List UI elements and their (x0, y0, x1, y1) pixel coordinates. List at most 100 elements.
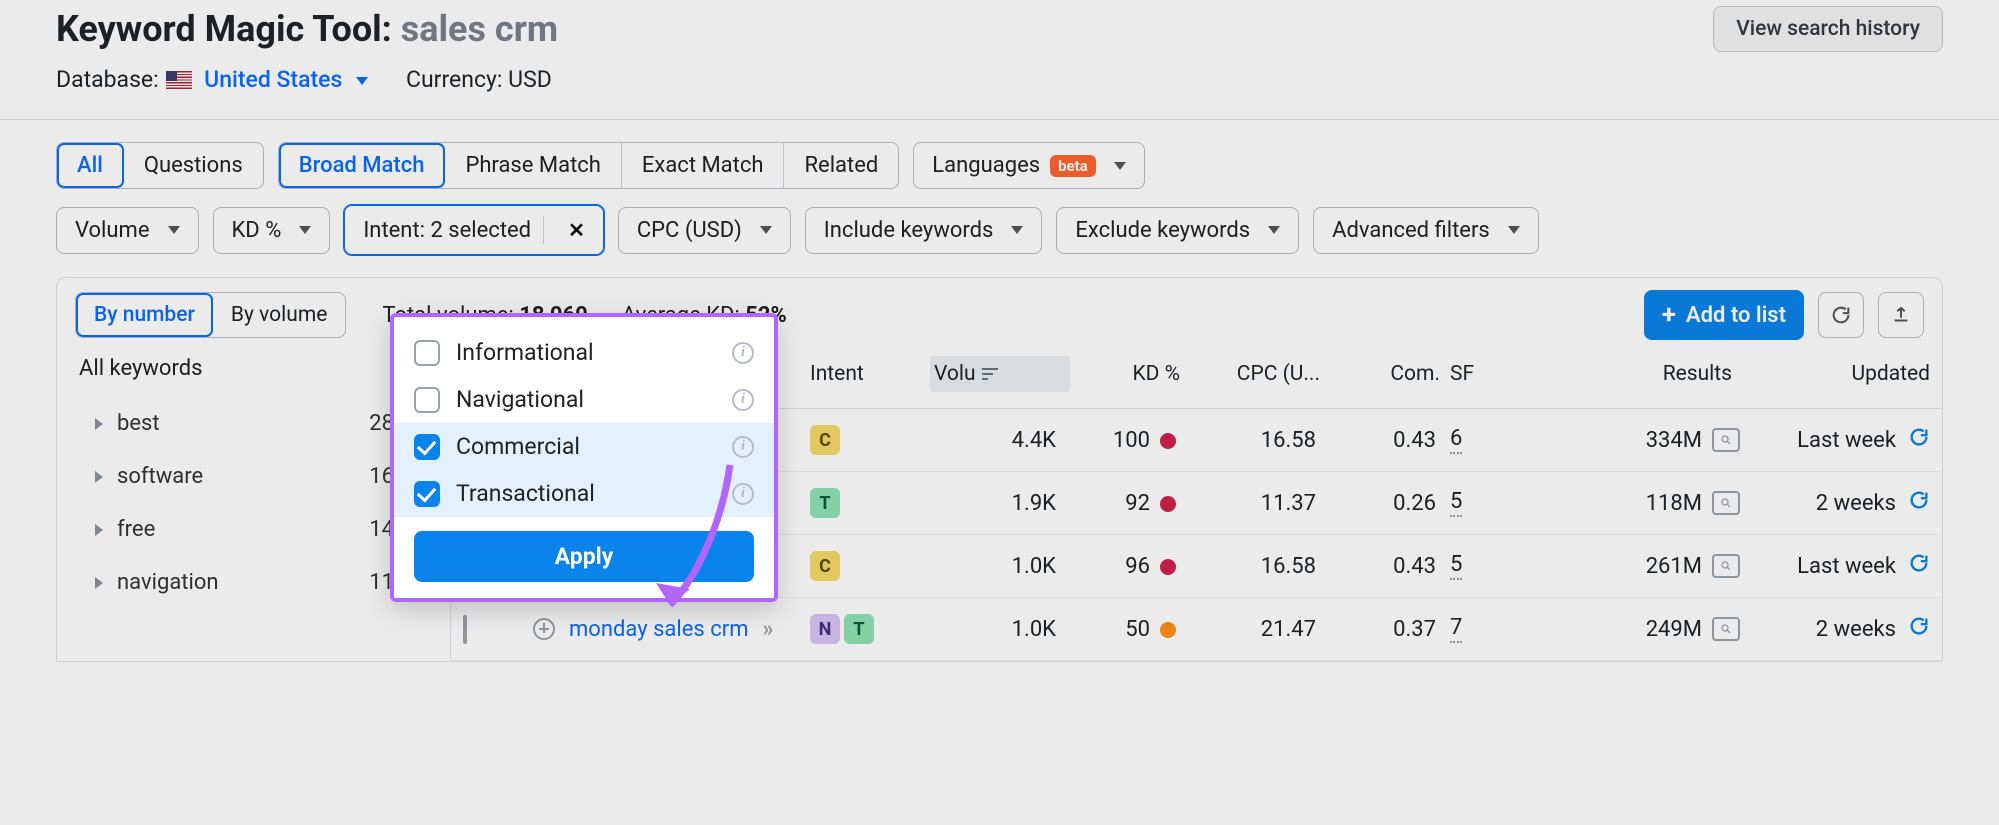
languages-label: Languages (932, 153, 1040, 178)
col-volume[interactable]: Volu (930, 356, 1070, 392)
col-com[interactable]: Com. (1330, 362, 1450, 386)
row-checkbox[interactable] (463, 615, 467, 644)
tab-broad-match[interactable]: Broad Match (279, 143, 446, 188)
checkbox[interactable] (414, 481, 440, 507)
col-intent[interactable]: Intent (810, 362, 930, 386)
intent-option[interactable]: Informational i (394, 329, 774, 376)
intent-filter[interactable]: Intent: 2 selected ✕ (344, 205, 604, 255)
cell-volume: 1.0K (930, 617, 1070, 642)
info-icon[interactable]: i (732, 342, 754, 364)
filter-area: All Questions Broad Match Phrase Match E… (0, 120, 1999, 255)
keyword-link[interactable]: monday sales crm (569, 617, 748, 642)
refresh-row-icon[interactable] (1908, 426, 1930, 454)
cell-com: 0.43 (1330, 554, 1450, 579)
exclude-keywords-filter[interactable]: Exclude keywords (1056, 207, 1299, 254)
cell-com: 0.43 (1330, 428, 1450, 453)
cell-cpc: 16.58 (1190, 554, 1330, 579)
cell-cpc: 11.37 (1190, 491, 1330, 516)
cell-volume: 1.9K (930, 491, 1070, 516)
col-updated[interactable]: Updated (1740, 362, 1930, 386)
tab-related[interactable]: Related (784, 143, 898, 188)
beta-badge: beta (1050, 155, 1096, 177)
export-icon (1890, 304, 1912, 326)
languages-filter[interactable]: Languages beta (913, 142, 1144, 189)
checkbox[interactable] (414, 387, 440, 413)
cell-updated: Last week (1740, 426, 1930, 454)
chevron-right-icon (95, 471, 103, 483)
cpc-filter[interactable]: CPC (USD) (618, 207, 791, 254)
tab-by-number[interactable]: By number (76, 293, 213, 337)
close-icon[interactable]: ✕ (560, 218, 585, 242)
intent-option[interactable]: Navigational i (394, 376, 774, 423)
view-history-button[interactable]: View search history (1713, 6, 1943, 52)
cell-volume: 1.0K (930, 554, 1070, 579)
table-toolbar: By number By volume Total volume: 18,060… (56, 277, 1943, 340)
sort-desc-icon (982, 368, 998, 380)
intent-option[interactable]: Transactional i (394, 470, 774, 517)
intent-option-label: Navigational (456, 386, 584, 413)
info-icon[interactable]: i (732, 389, 754, 411)
cell-results: 118M (1550, 491, 1740, 516)
intent-badge: N (810, 614, 840, 644)
tab-by-volume[interactable]: By volume (213, 293, 345, 337)
cell-intent: C (810, 551, 930, 581)
col-cpc[interactable]: CPC (U... (1190, 362, 1330, 386)
advanced-filters[interactable]: Advanced filters (1313, 207, 1539, 254)
currency-label: Currency: USD (406, 66, 552, 93)
database-selector[interactable]: Database: United States (56, 66, 368, 93)
refresh-row-icon[interactable] (1908, 615, 1930, 643)
add-keyword-icon[interactable] (533, 618, 555, 640)
intent-option-label: Transactional (456, 480, 595, 507)
col-results[interactable]: Results (1550, 362, 1740, 386)
export-button[interactable] (1878, 292, 1924, 338)
col-sf[interactable]: SF (1450, 362, 1550, 386)
refresh-row-icon[interactable] (1908, 552, 1930, 580)
intent-badge: T (810, 488, 840, 518)
col-kd[interactable]: KD % (1070, 362, 1190, 386)
tab-exact-match[interactable]: Exact Match (622, 143, 785, 188)
match-type-tabs: Broad Match Phrase Match Exact Match Rel… (278, 142, 900, 189)
tab-phrase-match[interactable]: Phrase Match (445, 143, 621, 188)
info-icon[interactable]: i (732, 483, 754, 505)
tab-all[interactable]: All (57, 143, 124, 188)
refresh-button[interactable] (1818, 292, 1864, 338)
info-icon[interactable]: i (732, 436, 754, 458)
refresh-row-icon[interactable] (1908, 489, 1930, 517)
cell-com: 0.26 (1330, 491, 1450, 516)
cell-kd: 50 (1070, 617, 1190, 642)
cell-kd: 96 (1070, 554, 1190, 579)
title-keyword: sales crm (401, 8, 558, 50)
checkbox[interactable] (414, 340, 440, 366)
intent-badge: C (810, 425, 840, 455)
page-title: Keyword Magic Tool: sales crm (56, 8, 558, 50)
cell-intent: C (810, 425, 930, 455)
expand-icon[interactable]: » (762, 617, 769, 642)
serp-icon[interactable] (1712, 428, 1740, 452)
serp-icon[interactable] (1712, 554, 1740, 578)
chevron-right-icon (95, 524, 103, 536)
serp-icon[interactable] (1712, 491, 1740, 515)
intent-option[interactable]: Commercial i (394, 423, 774, 470)
cell-cpc: 16.58 (1190, 428, 1330, 453)
cell-updated: 2 weeks (1740, 615, 1930, 643)
checkbox[interactable] (414, 434, 440, 460)
serp-icon[interactable] (1712, 617, 1740, 641)
tab-questions[interactable]: Questions (124, 143, 263, 188)
cell-results: 261M (1550, 554, 1740, 579)
page-header: Keyword Magic Tool: sales crm View searc… (0, 0, 1999, 93)
cell-sf: 7 (1450, 615, 1550, 643)
apply-button[interactable]: Apply (414, 531, 754, 582)
volume-filter[interactable]: Volume (56, 207, 199, 254)
cell-cpc: 21.47 (1190, 617, 1330, 642)
add-to-list-button[interactable]: + Add to list (1644, 290, 1804, 340)
group-sort-tabs: By number By volume (75, 292, 346, 338)
chevron-down-icon (1508, 226, 1520, 234)
intent-badge: T (844, 614, 874, 644)
chevron-down-icon (168, 226, 180, 234)
intent-badge: C (810, 551, 840, 581)
kd-filter[interactable]: KD % (213, 207, 331, 254)
cell-com: 0.37 (1330, 617, 1450, 642)
include-keywords-filter[interactable]: Include keywords (805, 207, 1043, 254)
database-country: United States (204, 66, 342, 93)
cell-results: 249M (1550, 617, 1740, 642)
